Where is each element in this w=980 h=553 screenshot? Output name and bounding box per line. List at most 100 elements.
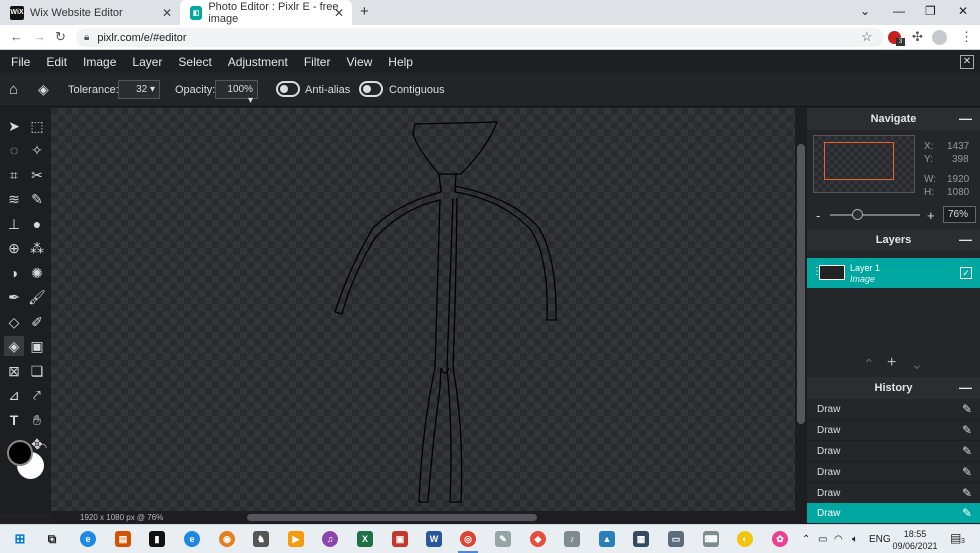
dodge-burn-icon[interactable]: ⁂ — [27, 238, 47, 258]
crop-icon[interactable]: ⌗ — [4, 165, 24, 185]
antialias-toggle[interactable] — [276, 81, 300, 97]
replace-color-brush-icon[interactable]: ✐ — [27, 312, 47, 332]
tab-search-icon[interactable]: ⌄ — [860, 4, 870, 18]
profile-avatar[interactable] — [932, 30, 947, 45]
brush-icon[interactable]: 🖌︎ — [27, 287, 47, 307]
forward-icon[interactable]: → — [33, 29, 46, 44]
horizontal-scrollbar[interactable] — [51, 511, 807, 524]
audacity-icon[interactable]: ♫ — [322, 531, 338, 547]
ie-icon[interactable]: e — [184, 531, 200, 547]
canvas-area[interactable] — [51, 108, 795, 511]
tab-pixlr-editor[interactable]: ◧ Photo Editor : Pixlr E - free image ✕ — [180, 0, 352, 25]
zoom-slider-knob[interactable] — [852, 209, 863, 220]
network-icon[interactable]: ▭ — [818, 534, 827, 545]
menu-select[interactable]: Select — [178, 55, 211, 69]
menu-edit[interactable]: Edit — [46, 55, 67, 69]
layers-header[interactable]: Layers — — [807, 229, 980, 251]
app-icon[interactable]: ▣ — [392, 531, 408, 547]
window-close-icon[interactable]: ✕ — [958, 4, 968, 18]
menu-image[interactable]: Image — [83, 55, 116, 69]
eraser-icon[interactable]: ◇ — [4, 312, 24, 332]
menu-view[interactable]: View — [346, 55, 372, 69]
fill-icon[interactable]: ◈ — [4, 336, 24, 356]
omnibox[interactable]: 🔒︎ pixlr.com/e/#editor — [76, 28, 884, 47]
drawing-icon[interactable]: ⊠ — [4, 361, 24, 381]
menu-help[interactable]: Help — [388, 55, 413, 69]
collapse-icon[interactable]: — — [959, 232, 972, 247]
hand-icon[interactable]: ✋︎ — [27, 410, 47, 430]
app-icon[interactable]: ▶ — [288, 531, 304, 547]
lasso-select-icon[interactable]: ◌ — [4, 140, 24, 160]
kebab-menu-icon[interactable]: ⋮ — [960, 29, 973, 45]
home-icon[interactable]: ⌂ — [9, 81, 18, 98]
zoom-out-button[interactable]: - — [816, 208, 820, 223]
notifications-icon[interactable]: ▤ — [950, 531, 961, 545]
tolerance-select[interactable]: 32 ▾ — [118, 80, 160, 99]
foreground-color-swatch[interactable] — [7, 440, 33, 466]
history-item[interactable]: Draw ✎ — [807, 399, 980, 420]
arrange-tool-icon[interactable]: ➤ — [4, 116, 24, 136]
history-item[interactable]: Draw ✎ — [807, 441, 980, 462]
vertical-scrollbar[interactable] — [795, 108, 807, 511]
menu-adjustment[interactable]: Adjustment — [228, 55, 288, 69]
zoom-input[interactable]: 76% — [943, 206, 976, 223]
shape-icon[interactable]: ❏ — [27, 361, 47, 381]
sharpen-icon[interactable]: ✺ — [27, 263, 47, 283]
url-text[interactable]: pixlr.com/e/#editor — [97, 32, 186, 44]
app-icon[interactable]: ▭ — [668, 531, 684, 547]
photos-icon[interactable]: ▲ — [599, 531, 615, 547]
zoom-slider[interactable] — [830, 214, 920, 216]
contiguous-toggle[interactable] — [359, 81, 383, 97]
zoom-in-button[interactable]: + — [927, 208, 935, 223]
sponge-icon[interactable]: ⊕ — [4, 238, 24, 258]
clone-stamp-icon[interactable]: ⊥ — [4, 214, 24, 234]
add-layer-icon[interactable]: + — [887, 354, 896, 372]
app-icon[interactable]: ▤ — [115, 531, 131, 547]
speaker-icon[interactable]: 🔈︎ — [852, 534, 858, 545]
system-clock[interactable]: 18:55 09/06/2021 — [892, 528, 938, 552]
app-icon[interactable]: ◆ — [530, 531, 546, 547]
app-icon[interactable]: ✿ — [772, 531, 788, 547]
menu-layer[interactable]: Layer — [132, 55, 162, 69]
language-indicator[interactable]: ENG — [869, 534, 891, 545]
new-tab-button[interactable]: + — [360, 3, 369, 20]
color-picker-icon[interactable]: ⊿ — [4, 385, 24, 405]
marquee-select-icon[interactable]: ⬚ — [27, 116, 47, 136]
move-layer-down-icon[interactable]: ⌄ — [911, 356, 923, 373]
close-icon[interactable]: ✕ — [162, 6, 172, 20]
magic-wand-icon[interactable]: ✧ — [27, 140, 47, 160]
task-view-icon[interactable]: ⧉ — [44, 531, 60, 547]
navigate-header[interactable]: Navigate — — [807, 108, 980, 130]
volume-app-icon[interactable]: ♪ — [564, 531, 580, 547]
gradient-icon[interactable]: ▣ — [27, 336, 47, 356]
wifi-icon[interactable]: ◠ — [834, 534, 843, 545]
puzzle-icon[interactable]: ✣ — [912, 29, 923, 45]
opacity-select[interactable]: 100% ▾ — [215, 80, 258, 106]
eyedropper-icon[interactable]: ⤤ — [27, 385, 47, 405]
collapse-icon[interactable]: — — [959, 380, 972, 395]
layer-visibility-checkbox[interactable]: ✓ — [960, 267, 972, 279]
app-icon[interactable]: ▦ — [633, 531, 649, 547]
heal-icon[interactable]: ✎ — [27, 189, 47, 209]
text-icon[interactable]: T — [4, 410, 24, 430]
layer-item[interactable]: ⋮ Layer 1 Image ✓ — [807, 258, 980, 288]
menu-filter[interactable]: Filter — [304, 55, 331, 69]
app-icon[interactable]: ♞ — [253, 531, 269, 547]
history-header[interactable]: History — — [807, 377, 980, 399]
blur-icon[interactable]: ● — [27, 214, 47, 234]
restore-icon[interactable]: ❐ — [925, 4, 936, 18]
editor-close-icon[interactable]: ✕ — [960, 55, 974, 69]
close-icon[interactable]: ✕ — [334, 6, 344, 20]
app-icon[interactable]: ⌨ — [703, 531, 719, 547]
chrome-icon[interactable]: ◎ — [458, 531, 478, 553]
color-replace-icon[interactable]: ◑ — [4, 263, 24, 283]
scroll-thumb[interactable] — [797, 144, 805, 424]
bookmark-star-icon[interactable]: ☆ — [861, 29, 873, 45]
edge-icon[interactable]: e — [80, 531, 96, 547]
cutout-icon[interactable]: ✂ — [27, 165, 47, 185]
app-icon[interactable]: ✎ — [495, 531, 511, 547]
history-item-active[interactable]: Draw ✎ — [807, 503, 980, 524]
collapse-icon[interactable]: — — [959, 111, 972, 126]
word-icon[interactable]: W — [426, 531, 442, 547]
navigator-thumbnail[interactable] — [813, 135, 915, 193]
